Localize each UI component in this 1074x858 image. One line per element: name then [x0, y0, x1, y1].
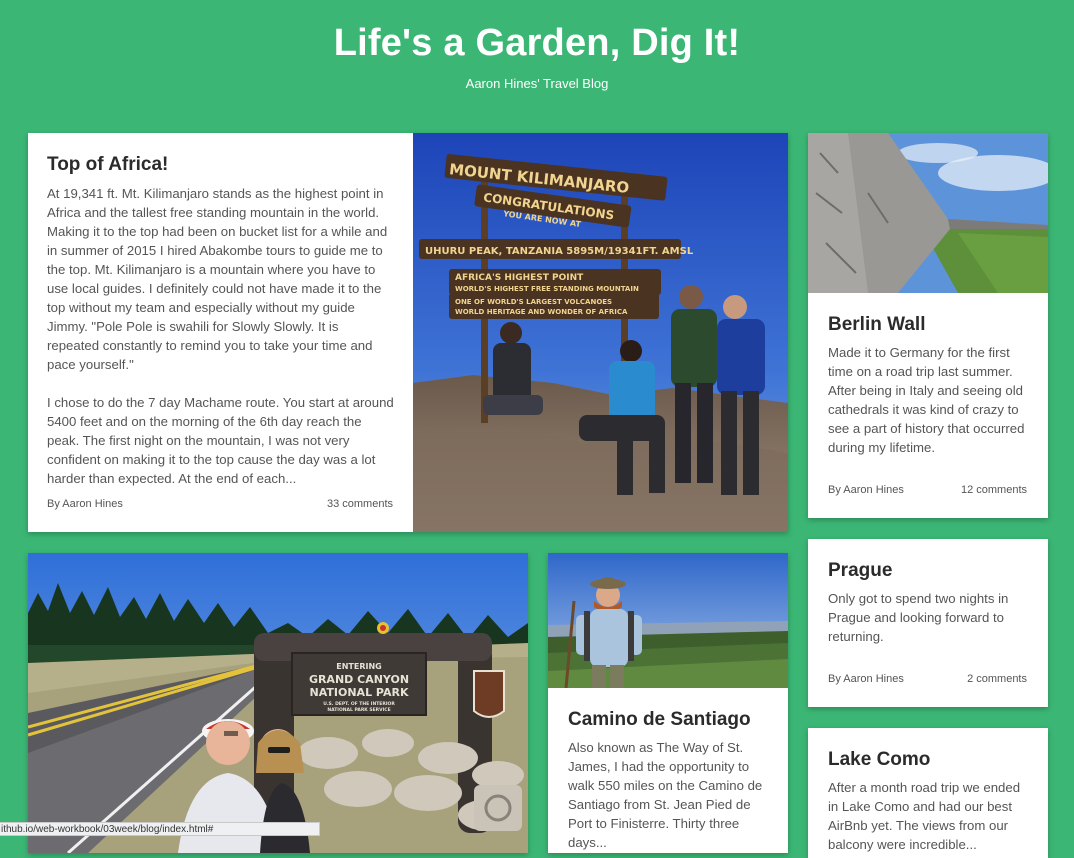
site-subtitle: Aaron Hines' Travel Blog [465, 76, 609, 91]
sign-line-8: WORLD HERITAGE AND WONDER OF AFRICA [455, 308, 628, 316]
gc-sign-line-2: GRAND CANYON [309, 673, 409, 686]
post-card-camino-de-santiago[interactable]: Camino de Santiago Also known as The Way… [548, 553, 788, 853]
berlin-wall-photo[interactable] [808, 133, 1048, 293]
post-author: By Aaron Hines [828, 484, 904, 496]
post-card-lake-como[interactable]: Lake Como After a month road trip we end… [808, 728, 1048, 858]
browser-status-bar: ithub.io/web-workbook/03week/blog/index.… [0, 822, 320, 836]
site-title[interactable]: Life's a Garden, Dig It! [0, 22, 1074, 65]
grand-canyon-entrance-photo[interactable]: ENTERING GRAND CANYON NATIONAL PARK U.S.… [28, 553, 528, 853]
post-title[interactable]: Prague [828, 560, 1033, 582]
post-author: By Aaron Hines [47, 498, 123, 510]
post-meta: By Aaron Hines 12 comments [828, 484, 1027, 498]
post-excerpt-continued: I chose to do the 7 day Machame route. Y… [47, 395, 394, 486]
post-excerpt: Made it to Germany for the first time on… [828, 345, 1025, 455]
post-excerpt: After a month road trip we ended in Lake… [828, 780, 1021, 852]
post-comments-link[interactable]: 2 comments [967, 673, 1027, 685]
sign-line-4: UHURU PEAK, TANZANIA 5895M/19341FT. AMSL [425, 246, 694, 257]
post-card-berlin-wall[interactable]: Berlin Wall Made it to Germany for the f… [808, 133, 1048, 518]
post-meta: By Aaron Hines 33 comments [47, 498, 393, 512]
sign-line-5: AFRICA'S HIGHEST POINT [455, 273, 584, 283]
post-title[interactable]: Camino de Santiago [568, 709, 773, 731]
gc-sign-line-5: NATIONAL PARK SERVICE [327, 707, 390, 713]
post-card-prague[interactable]: Prague Only got to spend two nights in P… [808, 539, 1048, 707]
post-author: By Aaron Hines [828, 673, 904, 685]
post-title[interactable]: Top of Africa! [47, 154, 394, 176]
post-title[interactable]: Berlin Wall [828, 314, 1033, 336]
post-comments-link[interactable]: 33 comments [327, 498, 393, 510]
post-meta: By Aaron Hines 2 comments [828, 673, 1027, 687]
gc-sign-line-3: NATIONAL PARK [310, 686, 409, 699]
post-excerpt: Only got to spend two nights in Prague a… [828, 591, 1009, 644]
gc-sign-line-1: ENTERING [336, 662, 381, 671]
sign-line-7: ONE OF WORLD'S LARGEST VOLCANOES [455, 298, 612, 306]
post-excerpt: Also known as The Way of St. James, I ha… [568, 740, 763, 850]
sign-line-6: WORLD'S HIGHEST FREE STANDING MOUNTAIN [455, 285, 639, 293]
post-comments-link[interactable]: 12 comments [961, 484, 1027, 496]
post-title[interactable]: Lake Como [828, 749, 1028, 771]
post-excerpt: At 19,341 ft. Mt. Kilimanjaro stands as … [47, 186, 388, 372]
kilimanjaro-summit-photo[interactable]: MOUNT KILIMANJARO CONGRATULATIONS YOU AR… [413, 133, 788, 532]
gc-sign-line-4: U.S. DEPT. OF THE INTERIOR [323, 701, 395, 707]
featured-post-card[interactable]: Top of Africa! At 19,341 ft. Mt. Kiliman… [28, 133, 788, 532]
post-card-grand-canyon[interactable]: ENTERING GRAND CANYON NATIONAL PARK U.S.… [28, 553, 528, 853]
camino-hiker-photo[interactable] [548, 553, 788, 688]
